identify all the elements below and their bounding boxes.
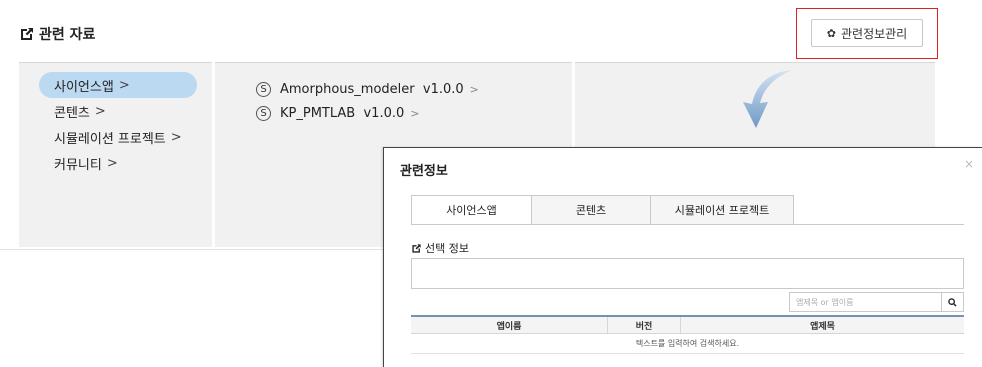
divider xyxy=(0,249,384,250)
category-item-scienceapp[interactable]: 사이언스앱 > xyxy=(39,72,197,98)
external-link-icon xyxy=(412,243,421,253)
category-label: 커뮤니티 xyxy=(54,157,102,173)
category-list: 사이언스앱 > 콘텐츠 > 시뮬레이션 프로젝트 > 커뮤니티 > xyxy=(39,72,197,176)
app-link[interactable]: S KP_PMTLAB v1.0.0 > xyxy=(256,101,479,125)
section-title-text: 관련 자료 xyxy=(39,27,96,43)
section-title: 관련 자료 xyxy=(19,24,95,44)
app-list: S Amorphous_modeler v1.0.0 > S KP_PMTLAB… xyxy=(256,77,479,125)
selected-info-text: 선택 정보 xyxy=(425,242,469,255)
manage-related-button[interactable]: ✿ 관련정보관리 xyxy=(811,19,923,47)
tab-scienceapp[interactable]: 사이언스앱 xyxy=(411,195,532,225)
modal-title: 관련정보 xyxy=(400,164,448,179)
gear-icon: ✿ xyxy=(826,26,836,40)
category-label: 콘텐츠 xyxy=(54,105,90,121)
app-link-label: Amorphous_modeler v1.0.0 xyxy=(280,81,464,97)
search-button[interactable] xyxy=(941,292,964,312)
selected-info-box xyxy=(411,258,964,289)
related-info-modal: 관련정보 × 사이언스앱 콘텐츠 시뮬레이션 프로젝트 선택 정보 앱이름 버전… xyxy=(383,147,982,367)
external-link-icon xyxy=(21,28,33,40)
scienceapp-badge-icon: S xyxy=(256,105,271,121)
category-item-simulation-project[interactable]: 시뮬레이션 프로젝트 > xyxy=(39,124,197,150)
tab-baseline xyxy=(411,224,964,225)
chevron-right-icon: > xyxy=(118,77,130,93)
selected-info-label: 선택 정보 xyxy=(411,240,469,256)
app-link[interactable]: S Amorphous_modeler v1.0.0 > xyxy=(256,77,479,101)
modal-tabs: 사이언스앱 콘텐츠 시뮬레이션 프로젝트 xyxy=(411,195,794,225)
category-item-contents[interactable]: 콘텐츠 > xyxy=(39,98,197,124)
chevron-right-icon: > xyxy=(106,155,118,171)
chevron-right-icon: > xyxy=(94,103,106,119)
tab-contents[interactable]: 콘텐츠 xyxy=(532,195,651,225)
table-header: 앱이름 버전 앱제목 xyxy=(411,315,964,334)
category-label: 사이언스앱 xyxy=(54,79,114,95)
table-empty-message: 텍스트를 입력하여 검색하세요. xyxy=(411,334,964,354)
category-label: 시뮬레이션 프로젝트 xyxy=(54,131,166,147)
search-icon xyxy=(948,297,957,307)
column-divider xyxy=(212,62,215,247)
manage-related-label: 관련정보관리 xyxy=(840,26,908,41)
chevron-right-icon: > xyxy=(469,82,479,96)
tab-simulation-project[interactable]: 시뮬레이션 프로젝트 xyxy=(651,195,794,225)
scienceapp-badge-icon: S xyxy=(256,81,271,97)
curved-arrow-icon xyxy=(743,70,792,128)
chevron-right-icon: > xyxy=(410,106,420,120)
search-input[interactable] xyxy=(789,292,942,312)
chevron-right-icon: > xyxy=(170,129,182,145)
category-item-community[interactable]: 커뮤니티 > xyxy=(39,150,197,176)
column-header-app-title[interactable]: 앱제목 xyxy=(681,317,964,333)
close-icon[interactable]: × xyxy=(964,157,974,171)
column-header-app-name[interactable]: 앱이름 xyxy=(411,317,608,333)
header: 관련 자료 ✿ 관련정보관리 xyxy=(0,0,982,62)
app-link-label: KP_PMTLAB v1.0.0 xyxy=(280,105,405,121)
column-header-version[interactable]: 버전 xyxy=(608,317,681,333)
